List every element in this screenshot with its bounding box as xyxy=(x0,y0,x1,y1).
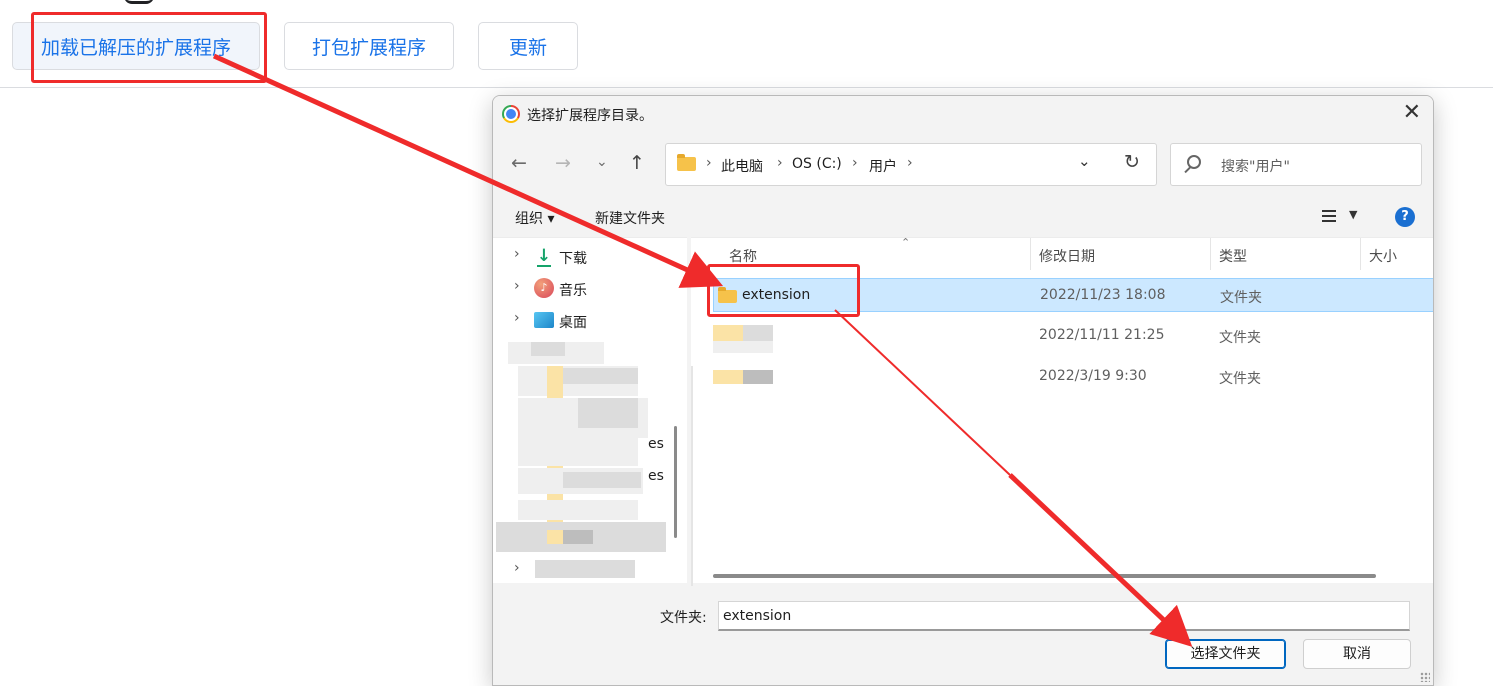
toolbar-divider xyxy=(0,87,1493,88)
file-row[interactable]: 2022/11/11 21:25 文件夹 xyxy=(713,319,1433,353)
dialog-titlebar: 选择扩展程序目录。 ✕ xyxy=(493,96,1433,134)
breadcrumb-this-pc[interactable]: 此电脑 xyxy=(721,156,763,176)
pack-extension-button[interactable]: 打包扩展程序 xyxy=(284,22,454,70)
obscured-region xyxy=(713,341,773,353)
search-placeholder: 搜索"用户" xyxy=(1221,159,1290,175)
dialog-title: 选择扩展程序目录。 xyxy=(527,108,653,124)
select-folder-button[interactable]: 选择文件夹 xyxy=(1165,639,1286,669)
file-type: 文件夹 xyxy=(1219,330,1261,346)
command-bar: 组织 ▾ 新建文件夹 ▼ ? xyxy=(493,200,1433,234)
column-header-modified[interactable]: 修改日期 xyxy=(1031,238,1211,270)
file-type: 文件夹 xyxy=(1220,290,1262,306)
sort-ascending-icon: ⌃ xyxy=(901,236,911,249)
search-box[interactable]: 搜索"用户" xyxy=(1170,143,1422,186)
obscured-region xyxy=(547,530,563,544)
column-header-label: 修改日期 xyxy=(1039,249,1095,265)
annotation-highlight-load-button xyxy=(31,12,267,83)
file-list-edge xyxy=(691,366,693,586)
back-arrow-icon[interactable]: ← xyxy=(511,152,527,174)
forward-arrow-icon[interactable]: → xyxy=(555,152,571,174)
download-icon: ↓ xyxy=(536,246,552,267)
update-button[interactable]: 更新 xyxy=(478,22,578,70)
breadcrumb-os-c[interactable]: OS (C:) xyxy=(792,156,842,172)
folder-name-input[interactable] xyxy=(718,601,1410,631)
view-options-icon[interactable] xyxy=(1322,210,1336,222)
page-title-fragment xyxy=(124,0,154,4)
column-header-type[interactable]: 类型 xyxy=(1211,238,1361,270)
help-icon[interactable]: ? xyxy=(1395,207,1415,227)
navigation-pane: › ↓ 下载 › ♪ 音乐 › 桌面 es es › xyxy=(493,237,687,583)
resize-grip-icon[interactable] xyxy=(1420,672,1430,682)
folder-icon xyxy=(677,154,696,171)
nav-item-music[interactable]: › ♪ 音乐 xyxy=(493,272,687,304)
obscured-region xyxy=(535,560,635,578)
address-bar[interactable]: › 此电脑 › OS (C:) › 用户 › ⌄ ↻ xyxy=(665,143,1157,186)
breadcrumb-separator: › xyxy=(777,155,783,171)
obscured-region xyxy=(518,500,638,520)
view-options-dropdown-icon[interactable]: ▼ xyxy=(1349,208,1357,221)
obscured-region xyxy=(743,370,773,384)
column-header-label: 类型 xyxy=(1219,249,1247,265)
file-type: 文件夹 xyxy=(1219,371,1261,387)
expand-chevron-icon[interactable]: › xyxy=(514,246,520,262)
cancel-button[interactable]: 取消 xyxy=(1303,639,1411,669)
file-row[interactable]: 2022/3/19 9:30 文件夹 xyxy=(713,360,1433,394)
file-modified: 2022/3/19 9:30 xyxy=(1039,368,1147,384)
nav-item-label: 桌面 xyxy=(559,315,587,331)
breadcrumb-users[interactable]: 用户 xyxy=(869,156,897,176)
obscured-region xyxy=(713,325,743,341)
obscured-label-tail: es xyxy=(648,468,664,484)
folder-field-label: 文件夹: xyxy=(660,610,707,626)
obscured-region xyxy=(518,438,638,466)
nav-item-downloads[interactable]: › ↓ 下载 xyxy=(493,240,687,272)
refresh-icon[interactable]: ↻ xyxy=(1124,151,1140,173)
address-history-chevron-down-icon[interactable]: ⌄ xyxy=(1078,152,1091,170)
desktop-icon xyxy=(534,312,554,328)
obscured-region xyxy=(713,370,743,384)
obscured-region xyxy=(563,368,638,384)
close-icon[interactable]: ✕ xyxy=(1403,102,1421,124)
music-icon: ♪ xyxy=(534,278,554,298)
column-header-label: 名称 xyxy=(729,249,757,265)
obscured-region xyxy=(563,472,641,488)
annotation-highlight-extension-folder xyxy=(707,264,860,317)
chrome-icon xyxy=(502,105,520,123)
expand-chevron-icon[interactable]: › xyxy=(514,310,520,326)
organize-menu-button[interactable]: 组织 ▾ xyxy=(515,208,554,228)
expand-chevron-icon[interactable]: › xyxy=(514,278,520,294)
obscured-region xyxy=(743,325,773,341)
nav-item-label: 音乐 xyxy=(559,283,587,299)
file-modified: 2022/11/23 18:08 xyxy=(1040,287,1166,303)
navigation-scrollbar[interactable] xyxy=(674,426,677,538)
expand-chevron-icon[interactable]: › xyxy=(514,560,520,576)
breadcrumb-separator: › xyxy=(852,155,858,171)
obscured-label-tail: es xyxy=(648,436,664,452)
obscured-region xyxy=(563,530,593,544)
breadcrumb-separator: › xyxy=(706,155,712,171)
new-folder-button[interactable]: 新建文件夹 xyxy=(595,208,665,228)
obscured-region xyxy=(578,398,638,428)
column-header-size[interactable]: 大小 xyxy=(1361,238,1433,270)
nav-item-desktop[interactable]: › 桌面 xyxy=(493,304,687,336)
up-arrow-icon[interactable]: ↑ xyxy=(629,152,645,174)
file-modified: 2022/11/11 21:25 xyxy=(1039,327,1165,343)
search-icon xyxy=(1187,155,1201,169)
breadcrumb-separator: › xyxy=(907,155,913,171)
obscured-region xyxy=(531,342,565,356)
column-header-label: 大小 xyxy=(1369,249,1397,265)
select-folder-dialog: 选择扩展程序目录。 ✕ ← → ⌄ ↑ › 此电脑 › OS (C:) › 用户… xyxy=(492,95,1434,686)
nav-item-label: 下载 xyxy=(559,251,587,267)
recent-locations-chevron-down-icon[interactable]: ⌄ xyxy=(596,154,608,170)
horizontal-scrollbar[interactable] xyxy=(713,574,1376,578)
